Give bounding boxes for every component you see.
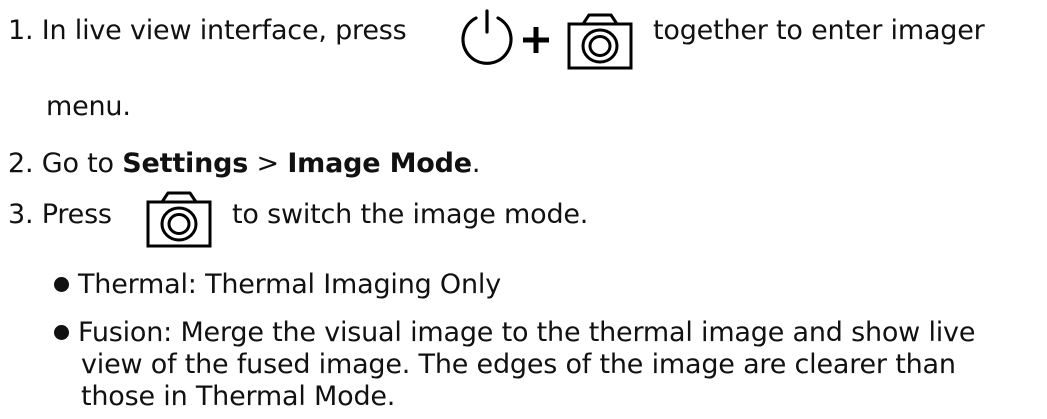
bullet-thermal: Thermal: Thermal Imaging Only — [54, 268, 501, 302]
power-icon — [461, 9, 513, 65]
step-2-prefix: 2. Go to — [8, 148, 123, 179]
step-3-prefix: 3. Press — [8, 199, 112, 230]
step-1-suffix: together to enter imager — [653, 15, 985, 46]
bullet-fusion-line-2: view of the fused image. The edges of th… — [81, 349, 956, 380]
camera-icon — [146, 191, 212, 248]
camera-icon — [567, 13, 633, 70]
settings-label: Settings — [122, 148, 249, 179]
bullet-thermal-text: Thermal: Thermal Imaging Only — [78, 269, 501, 300]
image-mode-label: Image Mode — [287, 148, 472, 179]
step-3-suffix: to switch the image mode. — [232, 199, 589, 230]
manual-page: 1. In live view interface, press togethe… — [0, 0, 1047, 419]
step-2-separator: > — [248, 148, 288, 179]
step-1-continuation: menu. — [46, 91, 131, 122]
step-1-prefix: 1. In live view interface, press — [8, 15, 407, 46]
plus-icon — [523, 27, 549, 53]
bullet-fusion-line-3: those in Thermal Mode. — [81, 381, 396, 412]
step-2-text: 2. Go to Settings > Image Mode. — [8, 147, 480, 181]
step-1-text: 1. In live view interface, press — [8, 14, 407, 48]
bullet-dot-icon — [54, 277, 69, 292]
bullet-fusion: Fusion: Merge the visual image to the th… — [54, 316, 975, 350]
bullet-fusion-line-1: Fusion: Merge the visual image to the th… — [78, 317, 976, 348]
bullet-dot-icon — [54, 325, 69, 340]
step-2-end: . — [471, 148, 481, 179]
